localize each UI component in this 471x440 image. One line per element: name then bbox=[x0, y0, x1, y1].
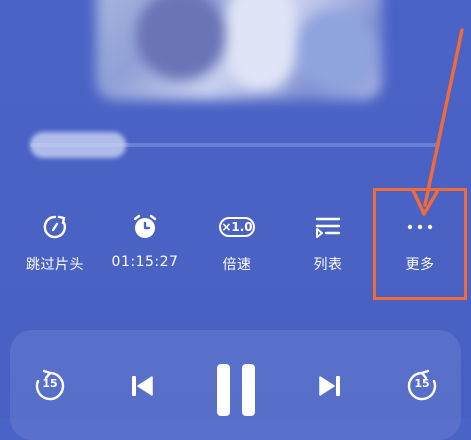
sleep-timer-button[interactable]: 01:15:27 bbox=[100, 210, 190, 280]
forward-15-button[interactable]: 15 bbox=[402, 366, 442, 406]
album-artwork bbox=[96, 0, 382, 100]
skip-intro-label: 跳过片头 bbox=[26, 257, 84, 273]
sleep-timer-label: 01:15:27 bbox=[111, 254, 179, 270]
next-track-icon bbox=[319, 376, 340, 396]
skip-intro-button[interactable]: 跳过片头 bbox=[10, 210, 100, 280]
speed-badge-icon: ×1.0 bbox=[219, 210, 255, 244]
rewind-seconds: 15 bbox=[42, 377, 58, 390]
forward-seconds: 15 bbox=[414, 377, 430, 390]
pause-icon bbox=[217, 364, 255, 416]
rewind-15-button[interactable]: 15 bbox=[30, 366, 70, 406]
progress-time-pill bbox=[30, 132, 126, 158]
playlist-icon bbox=[311, 210, 345, 244]
alarm-clock-icon bbox=[128, 210, 162, 244]
playback-speed-button[interactable]: ×1.0 倍速 bbox=[192, 210, 282, 280]
highlight-box bbox=[373, 188, 467, 300]
next-button[interactable] bbox=[310, 366, 350, 406]
pause-button[interactable] bbox=[208, 358, 264, 418]
playlist-button[interactable]: 列表 bbox=[283, 210, 373, 280]
playback-speed-label: 倍速 bbox=[222, 257, 252, 273]
playlist-label: 列表 bbox=[313, 257, 343, 273]
speed-badge-text: ×1.0 bbox=[219, 217, 255, 237]
previous-track-icon bbox=[132, 376, 153, 396]
previous-button[interactable] bbox=[122, 366, 162, 406]
skip-intro-icon bbox=[38, 210, 72, 244]
